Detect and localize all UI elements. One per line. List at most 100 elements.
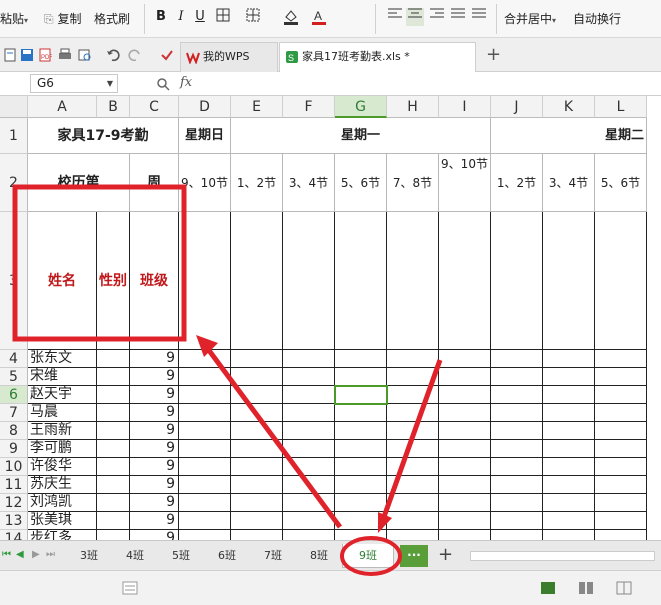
row-header-8[interactable]: 8 bbox=[0, 422, 28, 440]
student-class-cell[interactable]: 9 bbox=[130, 386, 179, 404]
new-tab-button[interactable]: + bbox=[486, 44, 501, 65]
grid-cell[interactable] bbox=[335, 512, 387, 530]
gender-column-header[interactable]: 性别 bbox=[97, 212, 130, 350]
grid-cell[interactable] bbox=[231, 494, 283, 512]
grid-cell[interactable] bbox=[543, 368, 595, 386]
grid-cell[interactable] bbox=[179, 512, 231, 530]
student-class-cell[interactable]: 9 bbox=[130, 368, 179, 386]
grid-cell[interactable] bbox=[179, 440, 231, 458]
week-suffix-cell[interactable]: 周 bbox=[130, 154, 179, 212]
grid-cell[interactable] bbox=[97, 350, 130, 368]
student-class-cell[interactable]: 9 bbox=[130, 422, 179, 440]
customize-toolbar-icon[interactable] bbox=[160, 48, 174, 62]
grid-cell[interactable] bbox=[179, 404, 231, 422]
grid-cell[interactable] bbox=[97, 494, 130, 512]
wrap-text-button[interactable]: 自动换行 bbox=[573, 10, 621, 27]
grid-cell[interactable] bbox=[543, 458, 595, 476]
align-left-icon[interactable] bbox=[386, 8, 404, 26]
sheet-tab-9[interactable]: 9班 bbox=[342, 544, 394, 568]
grid-cell[interactable] bbox=[387, 212, 439, 350]
grid-cell[interactable] bbox=[543, 422, 595, 440]
grid-cell[interactable] bbox=[283, 494, 335, 512]
grid-cell[interactable] bbox=[595, 440, 647, 458]
grid-cell[interactable] bbox=[335, 440, 387, 458]
grid-cell[interactable] bbox=[543, 212, 595, 350]
formula-input[interactable] bbox=[212, 74, 657, 93]
grid-cell[interactable] bbox=[179, 458, 231, 476]
grid-cell[interactable] bbox=[543, 494, 595, 512]
grid-cell[interactable] bbox=[335, 368, 387, 386]
grid-cell[interactable] bbox=[283, 386, 335, 404]
grid-cell[interactable] bbox=[97, 440, 130, 458]
undo-icon[interactable] bbox=[106, 48, 120, 62]
grid-cell[interactable] bbox=[387, 512, 439, 530]
grid-cell[interactable] bbox=[491, 404, 543, 422]
underline-button[interactable]: U bbox=[191, 8, 209, 26]
column-header-f[interactable]: F bbox=[283, 96, 335, 118]
format-painter-button[interactable]: 格式刷 bbox=[94, 10, 130, 27]
sheet-tab-5[interactable]: 5班 bbox=[158, 544, 204, 568]
grid-cell[interactable] bbox=[387, 368, 439, 386]
grid-cell[interactable] bbox=[491, 368, 543, 386]
grid-cell[interactable] bbox=[439, 368, 491, 386]
grid-cell[interactable] bbox=[439, 386, 491, 404]
grid-cell[interactable] bbox=[283, 422, 335, 440]
export-pdf-icon[interactable]: PDF bbox=[38, 48, 52, 62]
student-class-cell[interactable]: 9 bbox=[130, 440, 179, 458]
grid-cell[interactable] bbox=[595, 386, 647, 404]
save-icon[interactable] bbox=[20, 48, 34, 62]
print-preview-icon[interactable] bbox=[78, 48, 92, 62]
grid-cell[interactable] bbox=[231, 350, 283, 368]
grid-cell[interactable] bbox=[387, 422, 439, 440]
grid-cell[interactable] bbox=[283, 404, 335, 422]
grid-cell[interactable] bbox=[335, 530, 387, 540]
grid-cell[interactable] bbox=[439, 422, 491, 440]
student-name-cell[interactable]: 步红多 bbox=[28, 530, 97, 540]
grid-cell[interactable] bbox=[387, 440, 439, 458]
period-header[interactable]: 3、4节 bbox=[543, 154, 595, 212]
row-header-2[interactable]: 2 bbox=[0, 154, 28, 212]
student-name-cell[interactable]: 苏庆生 bbox=[28, 476, 97, 494]
justify-icon[interactable] bbox=[449, 8, 467, 26]
grid-cell[interactable] bbox=[595, 494, 647, 512]
name-box[interactable]: G6 ▼ bbox=[30, 74, 118, 93]
paste-button[interactable]: 粘贴▾ bbox=[0, 10, 28, 27]
grid-cell[interactable] bbox=[179, 350, 231, 368]
grid-cell[interactable] bbox=[491, 458, 543, 476]
grid-cell[interactable] bbox=[231, 458, 283, 476]
student-class-cell[interactable]: 9 bbox=[130, 512, 179, 530]
first-sheet-icon[interactable]: ⏮ bbox=[2, 549, 12, 561]
grid-cell[interactable] bbox=[179, 422, 231, 440]
column-header-k[interactable]: K bbox=[543, 96, 595, 118]
grid-cell[interactable] bbox=[387, 494, 439, 512]
grid-cell[interactable] bbox=[179, 212, 231, 350]
sheet-tab-8[interactable]: 8班 bbox=[296, 544, 342, 568]
grid-cell[interactable] bbox=[491, 512, 543, 530]
column-header-g[interactable]: G bbox=[335, 96, 387, 118]
cell-style-icon[interactable] bbox=[244, 8, 262, 26]
row-header-1[interactable]: 1 bbox=[0, 118, 28, 154]
grid-cell[interactable] bbox=[335, 422, 387, 440]
distribute-icon[interactable] bbox=[470, 8, 488, 26]
align-right-icon[interactable] bbox=[428, 8, 446, 26]
grid-cell[interactable] bbox=[543, 512, 595, 530]
grid-cell[interactable] bbox=[97, 512, 130, 530]
grid-cell[interactable] bbox=[387, 386, 439, 404]
grid-cell[interactable] bbox=[231, 404, 283, 422]
grid-cell[interactable] bbox=[595, 512, 647, 530]
student-name-cell[interactable]: 许俊华 bbox=[28, 458, 97, 476]
grid-cell[interactable] bbox=[595, 530, 647, 540]
fill-color-icon[interactable] bbox=[282, 8, 300, 26]
row-header-12[interactable]: 12 bbox=[0, 494, 28, 512]
grid-cell[interactable] bbox=[543, 404, 595, 422]
period-header[interactable]: 3、4节 bbox=[283, 154, 335, 212]
row-header-7[interactable]: 7 bbox=[0, 404, 28, 422]
page-layout-icon[interactable] bbox=[578, 581, 594, 595]
grid-cell[interactable] bbox=[231, 212, 283, 350]
row-header-3[interactable]: 3 bbox=[0, 212, 28, 350]
row-header-6[interactable]: 6 bbox=[0, 386, 28, 404]
grid-cell[interactable] bbox=[283, 212, 335, 350]
sheet-tab-4[interactable]: 4班 bbox=[112, 544, 158, 568]
row-header-4[interactable]: 4 bbox=[0, 350, 28, 368]
grid-cell[interactable] bbox=[97, 530, 130, 540]
